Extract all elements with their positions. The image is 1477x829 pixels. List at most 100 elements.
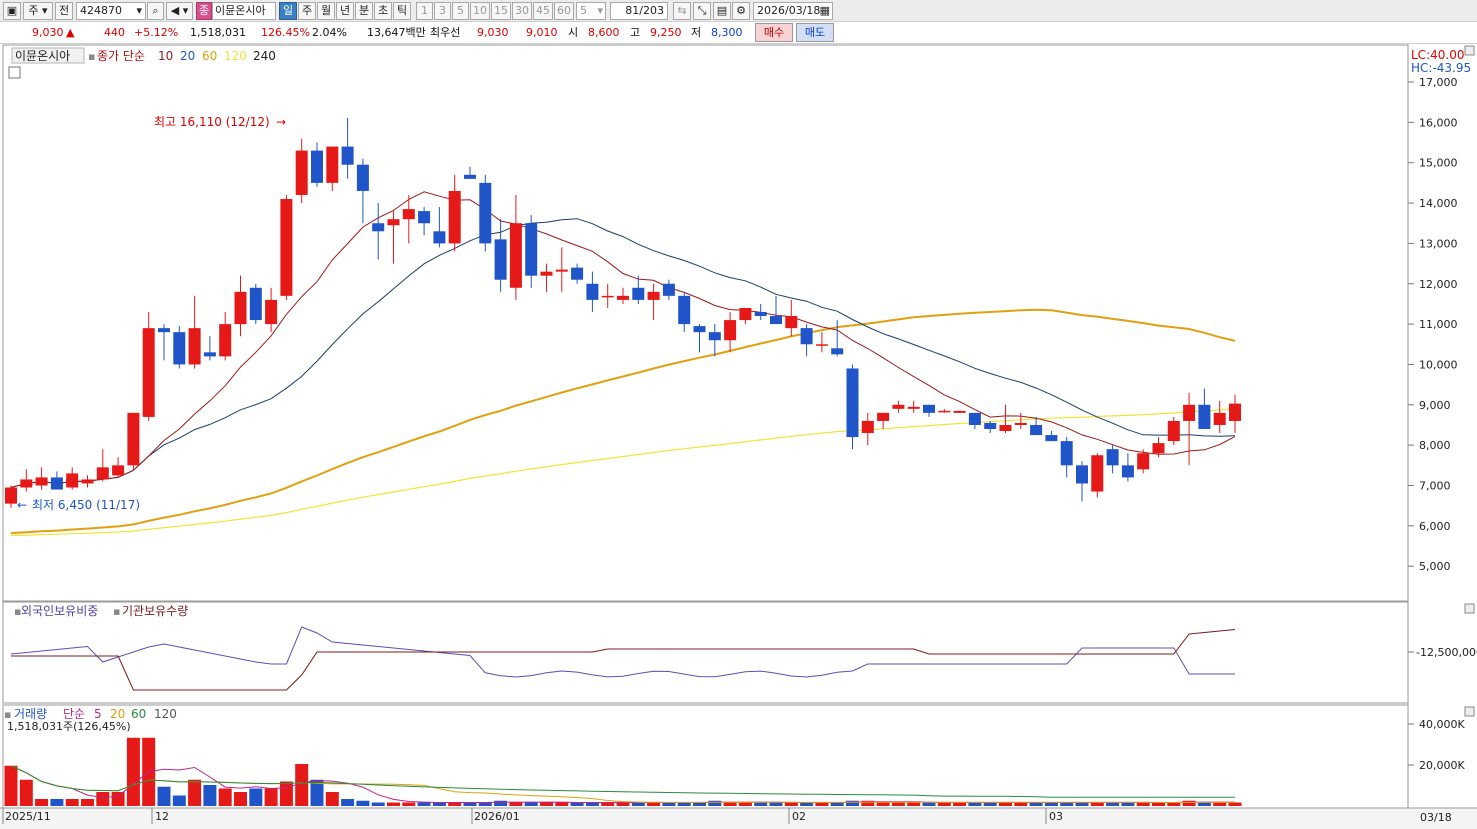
buy-button[interactable]: 매수 xyxy=(755,23,793,42)
ma-10-label: 10 xyxy=(158,49,173,63)
panel-close-icon[interactable] xyxy=(1464,603,1475,614)
search-icon[interactable]: ⌕ xyxy=(147,2,164,20)
vol-ma-120-label: 120 xyxy=(154,707,177,721)
code-input[interactable]: 424870 ▾ xyxy=(76,2,146,20)
period-week-button[interactable]: 주 xyxy=(298,2,316,20)
candle-body xyxy=(1229,403,1241,421)
minute-30-button[interactable]: 30 xyxy=(512,2,532,20)
x-label-2025-11: 2025/11 xyxy=(5,810,51,823)
date-input[interactable]: 2026/03/18 ▦ xyxy=(753,2,833,20)
speaker-icon[interactable]: ◀ ▾ xyxy=(166,2,193,20)
volume-bar xyxy=(478,802,492,806)
minute-15-button[interactable]: 15 xyxy=(491,2,511,20)
panel-close-icon[interactable] xyxy=(1464,706,1475,717)
volume-bar xyxy=(4,765,18,806)
minute-1-button[interactable]: 1 xyxy=(416,2,433,20)
chart-area[interactable]: 이뮨온시아 ▪ 종가 단순 10 20 60 120 240 LC:40.00 … xyxy=(0,44,1477,829)
candle-body xyxy=(984,422,997,430)
volume-bar xyxy=(19,779,33,806)
volume-bar xyxy=(81,799,94,806)
period-tick-button[interactable]: 틱 xyxy=(393,2,411,20)
volume-bar xyxy=(937,802,951,806)
panel-close-icon[interactable] xyxy=(1464,45,1475,56)
candle-body xyxy=(877,412,890,421)
price-y-label: 14,000 xyxy=(1419,197,1458,210)
layout-icon[interactable]: ▣ xyxy=(3,2,21,20)
period-month-button[interactable]: 월 xyxy=(317,2,335,20)
volume-bar xyxy=(387,802,400,806)
volume-bar xyxy=(769,802,783,806)
volume-bar xyxy=(65,799,79,806)
candle-body xyxy=(1183,404,1196,421)
prev-arrows-icon[interactable]: ⇆ xyxy=(673,2,691,20)
indicator-panel-frame xyxy=(2,601,1409,704)
ma-label: 종가 단순 xyxy=(97,49,145,63)
candle-body xyxy=(1137,453,1150,470)
candle-body xyxy=(295,150,308,195)
price-y-label: 15,000 xyxy=(1419,157,1458,170)
period-type-select[interactable]: 주 ▾ xyxy=(23,2,53,20)
price-y-label: 9,000 xyxy=(1419,399,1451,412)
candle-body xyxy=(464,174,476,179)
x-axis-bar xyxy=(0,808,1477,829)
price-y-label: 11,000 xyxy=(1419,318,1458,331)
candle-body xyxy=(739,307,752,321)
volume-bar xyxy=(968,802,982,806)
crosshair-icon[interactable]: ⤡ xyxy=(693,2,711,20)
high-arrow-icon: → xyxy=(276,115,286,129)
candle-body xyxy=(1121,465,1134,478)
legend-square-icon: ▪ xyxy=(88,50,95,63)
settings-gear-icon[interactable]: ⚙ xyxy=(732,2,750,20)
minute-3-button[interactable]: 3 xyxy=(434,2,451,20)
period-minute-button[interactable]: 분 xyxy=(355,2,373,20)
minute-10-button[interactable]: 10 xyxy=(470,2,490,20)
candle-body xyxy=(81,479,94,484)
minute-60-button[interactable]: 60 xyxy=(554,2,574,20)
save-icon[interactable]: ▤ xyxy=(713,2,731,20)
ask-price: 9,010 xyxy=(526,26,558,39)
volume-bar xyxy=(1106,802,1120,806)
volume-ratio: 126.45% xyxy=(261,26,310,39)
period-second-button[interactable]: 초 xyxy=(374,2,392,20)
best-quote-label: 최우선 xyxy=(430,26,461,39)
candle-body xyxy=(1076,465,1088,484)
volume-bar xyxy=(601,802,615,806)
count-select[interactable]: 5 ▾ xyxy=(576,2,606,20)
vol-ma-5-label: 5 xyxy=(94,707,102,721)
chart-svg[interactable]: 이뮨온시아 ▪ 종가 단순 10 20 60 120 240 LC:40.00 … xyxy=(0,44,1477,829)
candle-body xyxy=(142,328,155,417)
high-price: 9,250 xyxy=(650,26,682,39)
turnover-rate: 2.04% xyxy=(312,26,347,39)
chart-mode-button[interactable]: 전 xyxy=(55,2,73,20)
candle-body xyxy=(372,223,385,232)
candle-body xyxy=(494,239,507,280)
calendar-icon: ▦ xyxy=(819,4,830,17)
candle-body xyxy=(203,352,216,357)
volume-bar xyxy=(662,802,676,806)
candle-body xyxy=(831,348,844,355)
candle-body xyxy=(433,231,446,244)
candle-body xyxy=(601,295,614,298)
quote-bar: 9,030 ▲ 440 +5.12% 1,518,031 126.45% 2.0… xyxy=(0,22,1477,44)
period-year-button[interactable]: 년 xyxy=(336,2,354,20)
period-day-button[interactable]: 일 xyxy=(279,2,297,20)
volume-bar xyxy=(723,802,737,806)
minute-5-button[interactable]: 5 xyxy=(452,2,469,20)
candle-body xyxy=(5,487,17,504)
candle-body xyxy=(326,146,339,183)
candle-body xyxy=(815,344,828,346)
chart-options-icon[interactable] xyxy=(8,66,21,79)
minute-45-button[interactable]: 45 xyxy=(533,2,553,20)
volume-bar xyxy=(341,799,355,806)
candle-body xyxy=(999,424,1012,432)
volume-bar xyxy=(830,802,844,806)
ind-y-label: -12,500,000 xyxy=(1416,646,1477,659)
x-label-12: 12 xyxy=(155,810,169,823)
sell-button[interactable]: 매도 xyxy=(796,23,834,42)
volume-bar xyxy=(325,792,339,806)
candle-body xyxy=(754,311,767,317)
candle-body xyxy=(249,287,262,321)
price-y-label: 10,000 xyxy=(1419,358,1458,371)
candle-body xyxy=(708,332,721,341)
candle-body xyxy=(158,328,170,333)
